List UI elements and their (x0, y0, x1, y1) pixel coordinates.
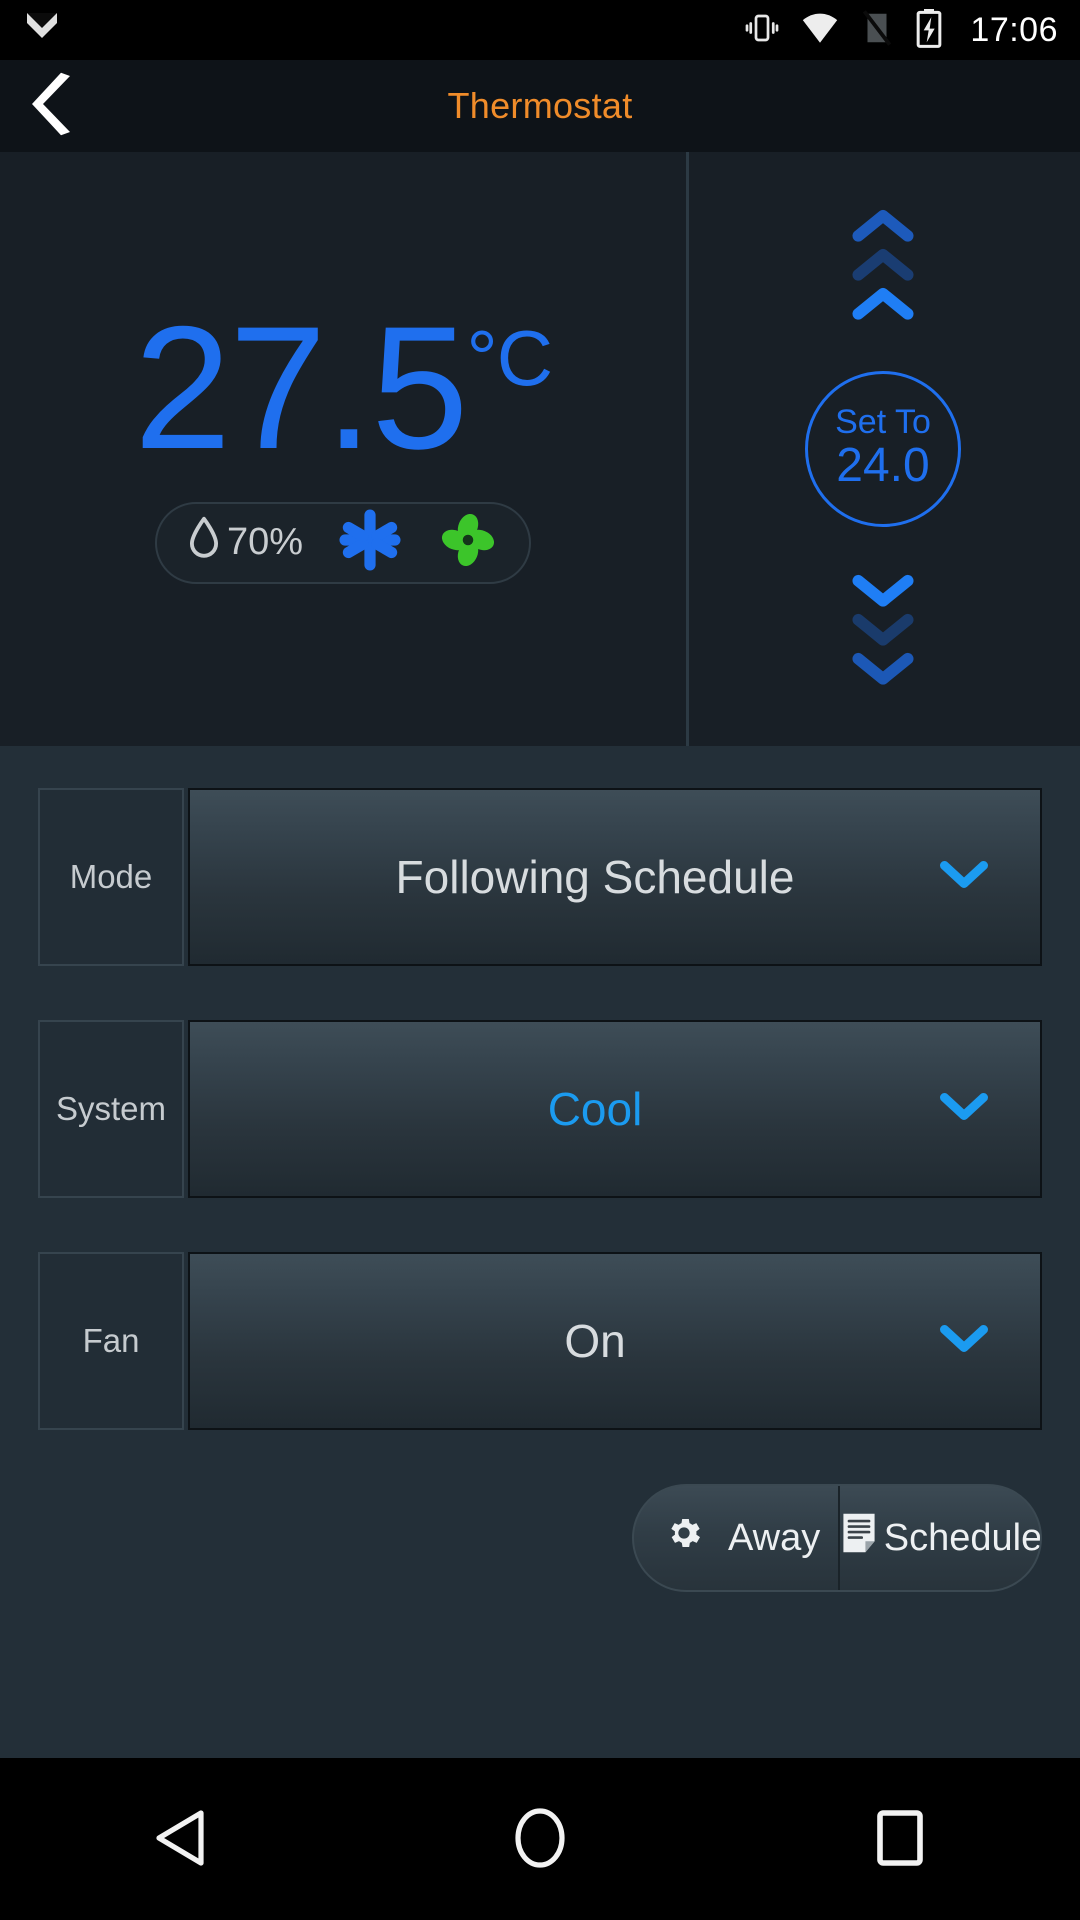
chevron-up-icon (852, 286, 914, 325)
fan-running-icon (437, 509, 499, 576)
mode-dropdown[interactable]: Following Schedule (188, 788, 1042, 966)
thermostat-hero: 27.5 °C 70% Set To 24.0 (0, 152, 1080, 746)
phone-screen: 17:06 Thermostat 27.5 °C 70% Set To 24.0… (0, 0, 1080, 1920)
sim-off-icon (860, 9, 894, 52)
chevron-down-icon (940, 860, 988, 895)
setpoint-value: 24.0 (836, 439, 930, 493)
chevron-up-icon (852, 247, 914, 286)
decrease-setpoint-button[interactable] (852, 573, 914, 690)
chevron-down-icon (852, 651, 914, 690)
chevron-down-icon (940, 1092, 988, 1127)
battery-charging-icon (914, 8, 944, 53)
chevron-down-icon (940, 1324, 988, 1359)
snowflake-cooling-icon (337, 507, 403, 578)
status-bar-left (22, 8, 62, 53)
triangle-back-icon (153, 1809, 207, 1872)
android-nav-bar (0, 1760, 1080, 1920)
status-pill: 70% (154, 501, 532, 584)
control-label: Mode (38, 788, 184, 966)
control-label: System (38, 1020, 184, 1198)
schedule-button[interactable]: Schedule (838, 1486, 1040, 1590)
setpoint-controls: Set To 24.0 (686, 152, 1080, 746)
control-row-fan: Fan On (38, 1252, 1042, 1430)
status-bar-clock: 17:06 (970, 10, 1058, 49)
hero-divider (686, 152, 689, 746)
nav-recents-button[interactable] (820, 1760, 980, 1920)
action-buttons: Away Schedule (632, 1484, 1042, 1592)
gmail-icon (22, 8, 62, 53)
vibrate-icon (744, 10, 780, 51)
chevron-down-icon (852, 573, 914, 612)
chevron-up-icon (852, 208, 914, 247)
nav-back-button[interactable] (100, 1760, 260, 1920)
app-bar: Thermostat (0, 60, 1080, 152)
controls-panel: Mode Following Schedule System Cool Fan … (0, 746, 1080, 1758)
schedule-button-label: Schedule (883, 1516, 1042, 1559)
away-button-label: Away (728, 1516, 821, 1559)
fan-dropdown[interactable]: On (188, 1252, 1042, 1430)
fan-value: On (564, 1315, 626, 1367)
current-temperature: 27.5 °C (133, 290, 554, 486)
gear-icon (664, 1513, 704, 1563)
nav-home-button[interactable] (460, 1760, 620, 1920)
temperature-unit: °C (466, 313, 554, 402)
water-drop-icon (187, 516, 221, 570)
control-label: Fan (38, 1252, 184, 1430)
status-bar-right: 17:06 (744, 8, 1058, 53)
setpoint-display[interactable]: Set To 24.0 (805, 371, 961, 527)
chevron-down-icon (852, 612, 914, 651)
mode-value: Following Schedule (395, 851, 795, 903)
system-value: Cool (547, 1083, 643, 1135)
temperature-value: 27.5 (133, 290, 469, 486)
square-recents-icon (874, 1809, 926, 1872)
circle-home-icon (512, 1807, 568, 1874)
page-title: Thermostat (447, 85, 633, 126)
action-button-row: Away Schedule (38, 1484, 1042, 1592)
away-button[interactable]: Away (634, 1486, 838, 1590)
setpoint-label: Set To (835, 402, 931, 441)
humidity-readout: 70% (187, 516, 303, 570)
control-row-mode: Mode Following Schedule (38, 788, 1042, 966)
current-readings: 27.5 °C 70% (0, 152, 686, 746)
control-row-system: System Cool (38, 1020, 1042, 1198)
increase-setpoint-button[interactable] (852, 208, 914, 325)
document-schedule-icon (838, 1511, 880, 1565)
status-bar: 17:06 (0, 0, 1080, 60)
system-dropdown[interactable]: Cool (188, 1020, 1042, 1198)
wifi-icon (800, 10, 840, 51)
humidity-value: 70% (226, 521, 304, 563)
